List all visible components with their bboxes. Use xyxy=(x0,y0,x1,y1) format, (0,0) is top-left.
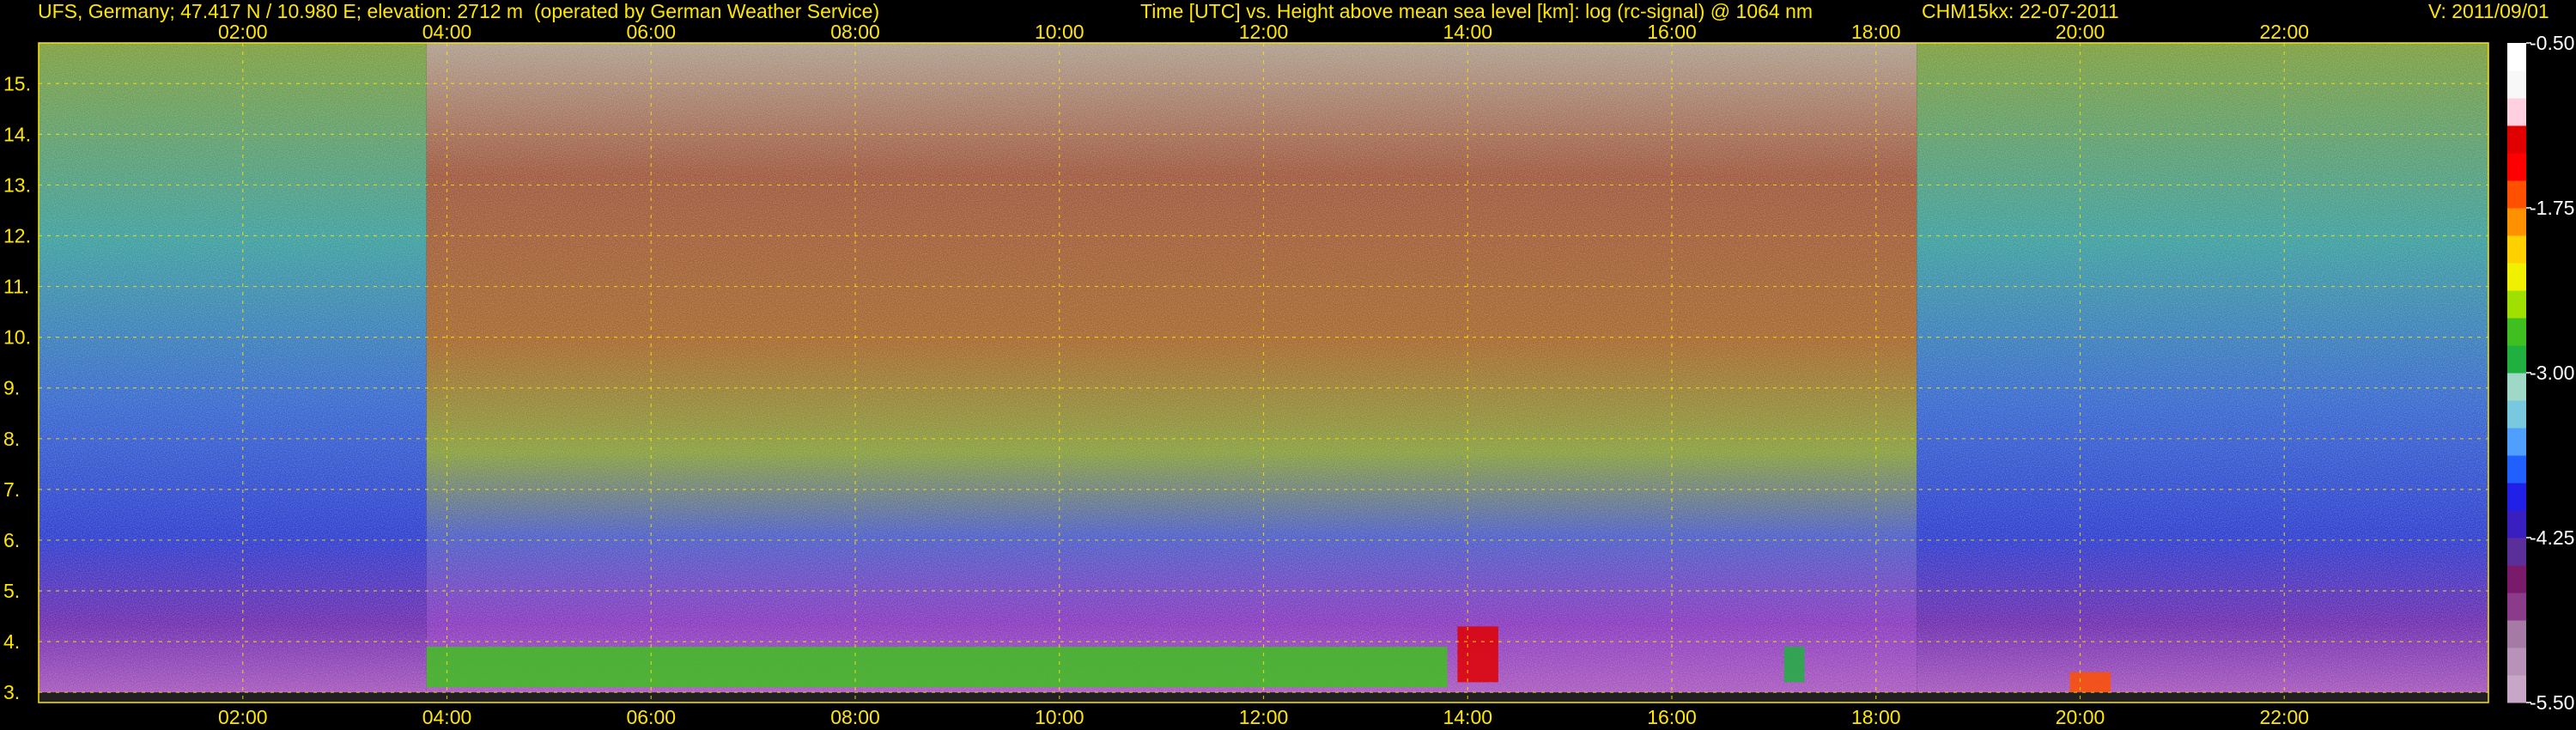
x-tick-label-bottom: 14:00 xyxy=(1443,706,1492,728)
y-tick-label: 13. xyxy=(3,173,31,196)
colorbar-segment xyxy=(2507,428,2526,456)
colorbar-segment xyxy=(2507,510,2526,538)
x-tick-label-bottom: 04:00 xyxy=(422,706,472,728)
instrument-date: CHM15kx: 22-07-2011 xyxy=(1922,0,2119,22)
colorbar-segment xyxy=(2507,208,2526,236)
x-tick-label-bottom: 16:00 xyxy=(1647,706,1697,728)
colorbar-segment xyxy=(2507,43,2526,71)
colorbar-segment xyxy=(2507,125,2526,154)
colorbar-segment xyxy=(2507,483,2526,511)
heatmap-feature xyxy=(1783,647,1805,683)
colorbar-segment xyxy=(2507,400,2526,429)
colorbar-segment xyxy=(2507,235,2526,264)
colorbar-segment xyxy=(2507,290,2526,319)
colorbar-tick-label: -0.50 xyxy=(2530,32,2574,54)
x-tick-label-top: 22:00 xyxy=(2259,21,2309,43)
heatmap-feature xyxy=(426,647,1448,688)
colorbar: -0.50 -1.75 -3.00 -4.25 -5.50 xyxy=(2507,32,2574,714)
x-tick-label-top: 04:00 xyxy=(422,21,472,43)
x-tick-label-bottom: 12:00 xyxy=(1239,706,1289,728)
colorbar-tick-label: -5.50 xyxy=(2530,691,2574,714)
x-tick-label-top: 08:00 xyxy=(830,21,880,43)
colorbar-segment xyxy=(2507,565,2526,593)
x-tick-label-bottom: 10:00 xyxy=(1035,706,1084,728)
x-tick-label-bottom: 20:00 xyxy=(2056,706,2105,728)
y-tick-label: 3. xyxy=(3,681,20,703)
station-info: UFS, Germany; 47.417 N / 10.980 E; eleva… xyxy=(38,0,880,22)
colorbar-segment xyxy=(2507,345,2526,374)
x-tick-label-bottom: 22:00 xyxy=(2259,706,2309,728)
x-tick-label-top: 06:00 xyxy=(626,21,676,43)
x-tick-label-bottom: 08:00 xyxy=(830,706,880,728)
colorbar-tick-label: -1.75 xyxy=(2530,197,2574,219)
colorbar-tick-label: -3.00 xyxy=(2530,362,2574,384)
y-tick-label: 14. xyxy=(3,123,31,145)
x-tick-label-top: 18:00 xyxy=(1851,21,1901,43)
colorbar-segment xyxy=(2507,318,2526,346)
y-tick-label: 7. xyxy=(3,478,20,501)
y-tick-label: 5. xyxy=(3,580,20,602)
y-tick-label: 4. xyxy=(3,630,20,653)
colorbar-segment xyxy=(2507,620,2526,648)
x-tick-label-bottom: 06:00 xyxy=(626,706,676,728)
colorbar-segment xyxy=(2507,455,2526,484)
y-tick-label: 6. xyxy=(3,529,20,551)
y-tick-label: 12. xyxy=(3,224,31,246)
x-tick-label-top: 02:00 xyxy=(218,21,268,43)
heatmap-feature xyxy=(2069,672,2111,693)
y-axis-ticks: 3. 4. 5. 6. 7. 8. 9. 10. 11. 12. 13. 14. 15. xyxy=(3,72,31,703)
colorbar-segment xyxy=(2507,70,2526,99)
version-label: V: 2011/09/01 xyxy=(2428,0,2549,22)
y-tick-label: 10. xyxy=(3,326,31,349)
colorbar-segment xyxy=(2507,648,2526,676)
y-tick-label: 11. xyxy=(3,276,29,298)
x-axis-top-ticks: 02:00 04:00 06:00 08:00 10:00 12:00 14:00 16:00… xyxy=(218,21,2309,43)
y-tick-label: 8. xyxy=(3,428,20,450)
plot-description: Time [UTC] vs. Height above mean sea lev… xyxy=(1140,0,1814,22)
lidar-heatmap-chart: 02:00 04:00 06:00 08:00 10:00 12:00 14:00 16:00… xyxy=(3,21,2574,728)
heatmap-feature xyxy=(1457,626,1498,683)
colorbar-segment xyxy=(2507,263,2526,291)
x-tick-label-bottom: 02:00 xyxy=(218,706,268,728)
colorbar-segment xyxy=(2507,98,2526,126)
x-tick-label-bottom: 18:00 xyxy=(1851,706,1901,728)
x-tick-label-top: 10:00 xyxy=(1035,21,1084,43)
y-tick-label: 15. xyxy=(3,72,31,94)
colorbar-segment xyxy=(2507,180,2526,209)
x-tick-label-top: 12:00 xyxy=(1239,21,1289,43)
colorbar-segment xyxy=(2507,153,2526,181)
x-tick-label-top: 14:00 xyxy=(1443,21,1492,43)
colorbar-segment xyxy=(2507,373,2526,401)
x-tick-label-top: 20:00 xyxy=(2056,21,2105,43)
colorbar-segment xyxy=(2507,593,2526,621)
colorbar-segment xyxy=(2507,675,2526,703)
y-tick-label: 9. xyxy=(3,377,20,399)
colorbar-tick-label: -4.25 xyxy=(2530,526,2574,549)
colorbar-segment xyxy=(2507,538,2526,566)
x-tick-label-top: 16:00 xyxy=(1647,21,1697,43)
x-axis-bottom-ticks: 02:00 04:00 06:00 08:00 10:00 12:00 14:00 16:00… xyxy=(218,706,2309,728)
